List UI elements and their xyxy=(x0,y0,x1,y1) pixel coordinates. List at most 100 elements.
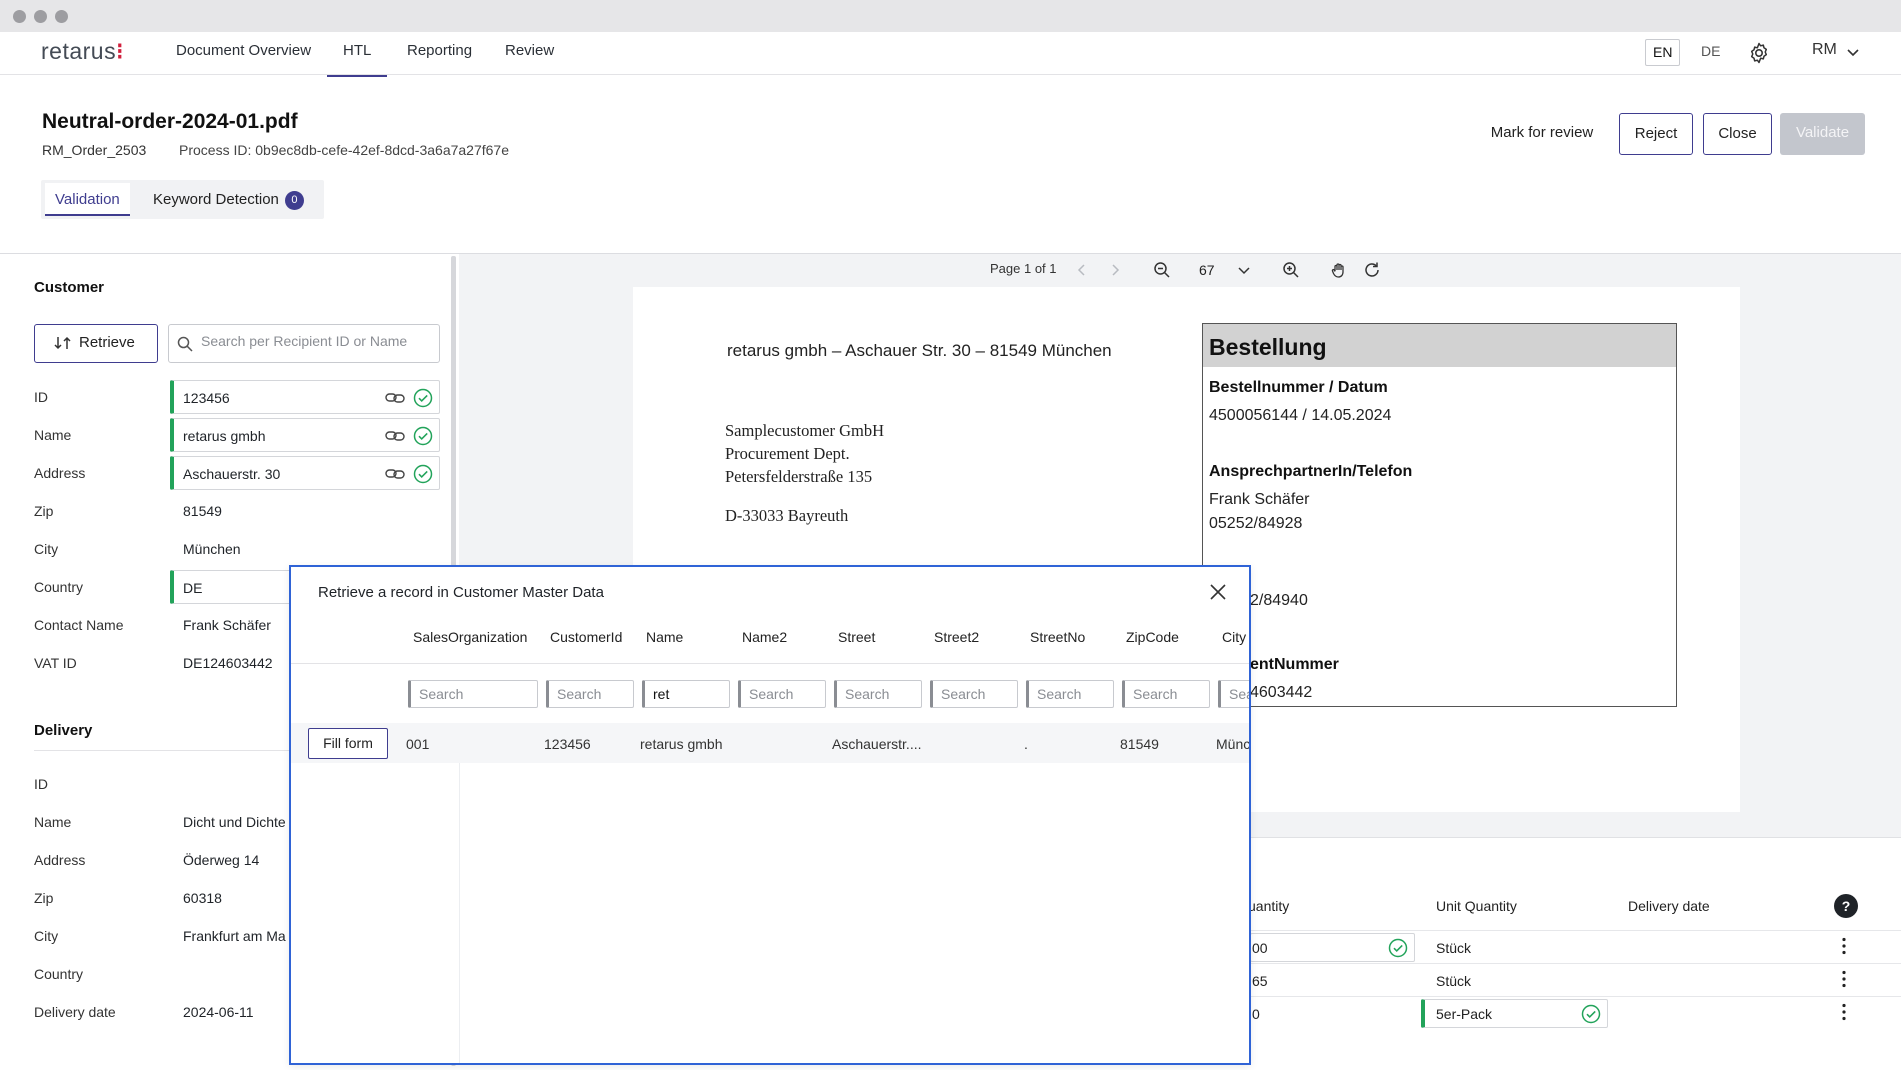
filter-city-input[interactable] xyxy=(1229,686,1249,702)
delivery-date-value[interactable]: 2024-06-11 xyxy=(183,1004,254,1020)
check-circle-icon xyxy=(413,464,433,484)
mark-for-review-button[interactable]: Mark for review xyxy=(1480,113,1604,155)
retarus-logo[interactable]: retarus⁝ xyxy=(41,38,124,65)
user-avatar[interactable]: RM xyxy=(1812,41,1837,59)
filter-name2-input[interactable] xyxy=(749,686,819,702)
recipient-search-input[interactable] xyxy=(201,333,431,349)
gear-icon[interactable] xyxy=(1747,41,1771,65)
delivery-name-label: Name xyxy=(34,814,72,830)
col-street-no[interactable]: StreetNo xyxy=(1030,629,1085,645)
row-city: Münc xyxy=(1216,736,1251,752)
col-city[interactable]: City xyxy=(1222,629,1246,645)
quantity-row-1: 00 xyxy=(1252,940,1268,956)
delivery-city-value[interactable]: Frankfurt am Ma xyxy=(183,928,286,944)
filter-street2-input[interactable] xyxy=(941,686,1011,702)
col-street2[interactable]: Street2 xyxy=(934,629,979,645)
delivery-country-label: Country xyxy=(34,966,84,982)
chevron-down-icon[interactable] xyxy=(1846,45,1860,59)
unit-row-1[interactable]: Stück xyxy=(1436,940,1471,956)
doc-contact-phone: 05252/84928 xyxy=(1209,515,1303,532)
quantity-row-3[interactable]: 0 xyxy=(1252,1006,1260,1022)
recipient-search[interactable] xyxy=(168,324,440,363)
filter-zip-code[interactable] xyxy=(1122,680,1210,708)
delivery-section-title: Delivery xyxy=(34,722,93,739)
close-icon[interactable] xyxy=(1209,583,1227,601)
chevron-left-icon[interactable] xyxy=(1073,261,1091,279)
window-close-dot[interactable] xyxy=(13,10,26,23)
filter-sales-organization-input[interactable] xyxy=(419,686,531,702)
table-row[interactable] xyxy=(291,723,1249,763)
document-title: Neutral-order-2024-01.pdf xyxy=(42,110,298,133)
col-sales-organization[interactable]: SalesOrganization xyxy=(413,629,527,645)
chevron-right-icon[interactable] xyxy=(1106,261,1124,279)
link-icon[interactable] xyxy=(385,466,405,482)
delivery-zip-label: Zip xyxy=(34,890,54,906)
filter-name2[interactable] xyxy=(738,680,826,708)
customer-vat-value[interactable]: DE124603442 xyxy=(183,655,273,671)
window-zoom-dot[interactable] xyxy=(55,10,68,23)
customer-city-label: City xyxy=(34,541,59,557)
filter-name-input[interactable] xyxy=(653,686,723,702)
col-name2[interactable]: Name2 xyxy=(742,629,787,645)
col-name[interactable]: Name xyxy=(646,629,683,645)
customer-id-field[interactable]: 123456 xyxy=(170,380,440,414)
page-indicator: Page 1 of 1 xyxy=(990,261,1057,276)
close-button[interactable]: Close xyxy=(1703,113,1772,155)
nav-document-overview[interactable]: Document Overview xyxy=(176,42,311,59)
customer-city-value[interactable]: München xyxy=(183,541,241,557)
row-street: Aschauerstr.... xyxy=(832,736,922,752)
more-vertical-icon[interactable] xyxy=(1841,1003,1847,1021)
customer-zip-value[interactable]: 81549 xyxy=(183,503,222,519)
filter-zip-code-input[interactable] xyxy=(1133,686,1203,702)
filter-name[interactable] xyxy=(642,680,730,708)
filter-street-no[interactable] xyxy=(1026,680,1114,708)
retrieve-button[interactable]: Retrieve xyxy=(34,324,158,363)
col-zip-code[interactable]: ZipCode xyxy=(1126,629,1179,645)
customer-contact-value[interactable]: Frank Schäfer xyxy=(183,617,271,633)
col-customer-id[interactable]: CustomerId xyxy=(550,629,622,645)
zoom-in-icon[interactable] xyxy=(1282,261,1300,279)
filter-customer-id[interactable] xyxy=(546,680,634,708)
filter-city[interactable] xyxy=(1218,680,1249,708)
filter-street-no-input[interactable] xyxy=(1037,686,1107,702)
check-circle-icon xyxy=(1581,1004,1601,1024)
nav-reporting[interactable]: Reporting xyxy=(407,42,472,59)
hand-pan-icon[interactable] xyxy=(1330,261,1348,279)
customer-master-data-dialog: Retrieve a record in Customer Master Dat… xyxy=(289,565,1251,1065)
col-delivery-date-header: Delivery date xyxy=(1628,898,1710,914)
delivery-zip-value[interactable]: 60318 xyxy=(183,890,222,906)
rotate-icon[interactable] xyxy=(1363,261,1381,279)
more-vertical-icon[interactable] xyxy=(1841,970,1847,988)
quantity-row-2[interactable]: 65 xyxy=(1252,973,1268,989)
filter-street[interactable] xyxy=(834,680,922,708)
help-icon[interactable]: ? xyxy=(1834,894,1858,918)
validate-button[interactable]: Validate xyxy=(1780,113,1865,155)
more-vertical-icon[interactable] xyxy=(1841,937,1847,955)
reject-button[interactable]: Reject xyxy=(1619,113,1693,155)
delivery-id-label: ID xyxy=(34,776,48,792)
zoom-out-icon[interactable] xyxy=(1153,261,1171,279)
col-street[interactable]: Street xyxy=(838,629,875,645)
filter-street2[interactable] xyxy=(930,680,1018,708)
link-icon[interactable] xyxy=(385,390,405,406)
quantity-input-row-1[interactable] xyxy=(1250,933,1415,962)
customer-address-field[interactable]: Aschauerstr. 30 xyxy=(170,456,440,490)
language-en-button[interactable]: EN xyxy=(1645,39,1681,66)
zoom-select[interactable]: 67 xyxy=(1187,259,1253,281)
unit-row-2[interactable]: Stück xyxy=(1436,973,1471,989)
filter-street-input[interactable] xyxy=(845,686,915,702)
language-de-button[interactable]: DE xyxy=(1694,39,1727,66)
fill-form-button[interactable]: Fill form xyxy=(308,728,388,759)
filter-sales-organization[interactable] xyxy=(408,680,538,708)
tab-validation[interactable]: Validation xyxy=(45,183,130,216)
delivery-address-value[interactable]: Öderweg 14 xyxy=(183,852,259,868)
link-icon[interactable] xyxy=(385,428,405,444)
nav-review[interactable]: Review xyxy=(505,42,554,59)
delivery-name-value[interactable]: Dicht und Dichte xyxy=(183,814,286,830)
customer-country-value: DE xyxy=(183,580,203,596)
window-minimize-dot[interactable] xyxy=(34,10,47,23)
filter-customer-id-input[interactable] xyxy=(557,686,627,702)
nav-htl[interactable]: HTL xyxy=(326,42,388,77)
tab-keyword-detection[interactable]: Keyword Detection 0 xyxy=(153,180,304,219)
customer-name-field[interactable]: retarus gmbh xyxy=(170,418,440,452)
